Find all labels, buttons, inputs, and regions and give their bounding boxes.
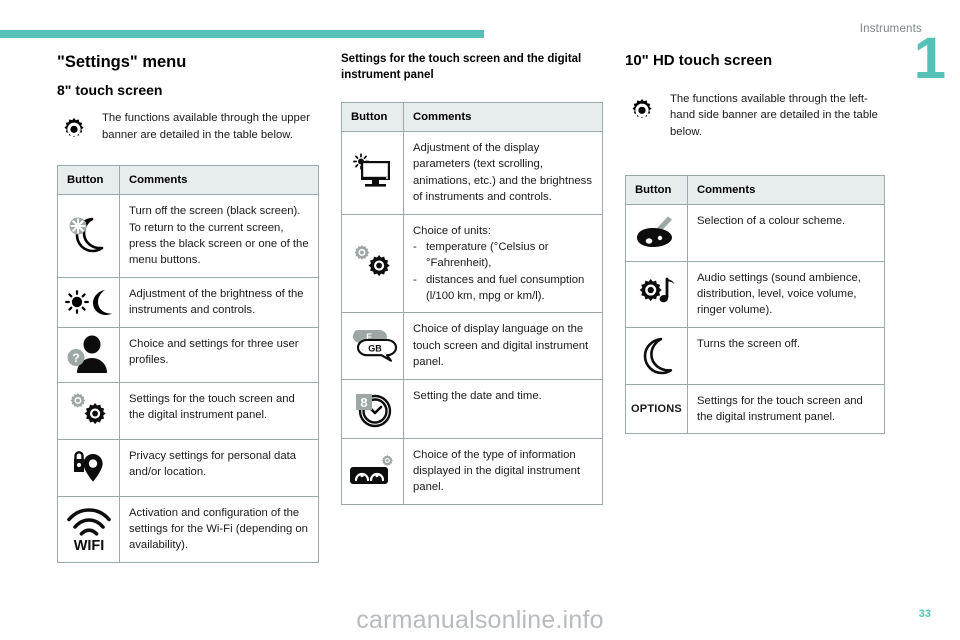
list-dash: -: [413, 273, 417, 286]
privacy-lock-location-icon: [57, 438, 120, 497]
comment-cell: Turns the screen off.: [687, 326, 885, 385]
language-speech-bubble-icon: F GB: [341, 312, 404, 380]
comment-cell: Settings for the touch screen and the di…: [687, 383, 885, 435]
list-item-label: temperature (°Celsius or °Fahrenheit),: [426, 240, 549, 270]
site-watermark: carmanualsonline.info: [356, 606, 604, 634]
column-left: "Settings" menu 8" touch screen The func…: [57, 52, 319, 563]
page-number: 33: [918, 608, 931, 620]
table-header-row: Button Comments: [625, 174, 885, 205]
comment-cell: Choice and settings for three user profi…: [119, 326, 319, 383]
comment-cell: Turn off the screen (black screen). To r…: [119, 194, 319, 278]
page-title: "Settings" menu: [57, 53, 187, 71]
settings-table-8inch: Button Comments Turn off the screen (bla…: [57, 165, 319, 563]
table-row: Choice of units: - temperature (°Celsius…: [341, 213, 603, 314]
wifi-icon-label: WIFI: [73, 538, 104, 552]
clock-icon-label: 8: [360, 395, 367, 410]
comment-cell: Activation and configuration of the sett…: [119, 495, 319, 563]
wifi-icon: WIFI: [57, 495, 120, 563]
table-row: Audio settings (sound ambience, distribu…: [625, 260, 885, 328]
table-row: Adjustment of the brightness of the inst…: [57, 276, 319, 328]
instrument-panel-gear-icon: [341, 437, 404, 505]
comment-cell: Adjustment of the brightness of the inst…: [119, 276, 319, 328]
sun-moon-brightness-icon: [57, 276, 120, 328]
double-gear-icon: [341, 213, 404, 314]
column-right: 10" HD touch screen The functions availa…: [625, 52, 885, 435]
table-row: Privacy settings for personal data and/o…: [57, 438, 319, 497]
table-row: Choice of the type of information displa…: [341, 437, 603, 505]
settings-table-10inch: Button Comments Selection of a colour sc…: [625, 174, 885, 435]
intro-block-right: The functions available through the left…: [625, 91, 885, 141]
colour-palette-icon: [625, 203, 688, 262]
intro-text-right: The functions available through the left…: [670, 92, 878, 138]
table-row: Settings for the touch screen and the di…: [57, 381, 319, 440]
svg-text:?: ?: [72, 351, 79, 365]
column-header-button: Button: [625, 174, 688, 205]
column-header-comments: Comments: [403, 102, 603, 133]
table-row: Turn off the screen (black screen). To r…: [57, 194, 319, 278]
table-header-row: Button Comments: [57, 165, 319, 196]
monitor-brightness-icon: [341, 131, 404, 215]
comment-cell: Audio settings (sound ambience, distribu…: [687, 260, 885, 328]
table-row: Selection of a colour scheme.: [625, 203, 885, 262]
settings-table-touchscreen-instrument-panel: Button Comments Adjustment of the displa…: [341, 102, 603, 505]
comment-cell: Adjustment of the display parameters (te…: [403, 131, 603, 215]
gear-icon: [625, 91, 659, 123]
gear-music-note-icon: [625, 260, 688, 328]
list-dash: -: [413, 240, 417, 253]
table-row: Adjustment of the display parameters (te…: [341, 131, 603, 215]
comment-cell: Choice of units: - temperature (°Celsius…: [403, 213, 603, 314]
list-item: - temperature (°Celsius or °Fahrenheit),: [413, 239, 593, 272]
double-gear-icon: [57, 381, 120, 440]
language-icon-label-gb: GB: [368, 343, 382, 353]
comment-cell: Choice of display language on the touch …: [403, 312, 603, 380]
column-header-button: Button: [341, 102, 404, 133]
intro-block-left: The functions available through the uppe…: [57, 110, 319, 143]
list-item: - distances and fuel consumption (l/100 …: [413, 272, 593, 305]
header-section-label: Instruments: [859, 23, 922, 35]
user-profile-question-icon: ?: [57, 326, 120, 383]
comment-cell: Selection of a colour scheme.: [687, 203, 885, 262]
options-text-icon: OPTIONS: [625, 383, 688, 435]
section-title-right: 10" HD touch screen: [625, 52, 773, 69]
gear-icon: [57, 110, 91, 142]
table-row: OPTIONS Settings for the touch screen an…: [625, 383, 885, 435]
moon-icon: [625, 326, 688, 385]
comment-cell: Privacy settings for personal data and/o…: [119, 438, 319, 497]
intro-text-left: The functions available through the uppe…: [102, 112, 310, 141]
table-row: F GB Choice of display language on the t…: [341, 312, 603, 380]
moon-star-screen-off-icon: [57, 194, 120, 278]
table-row: Turns the screen off.: [625, 326, 885, 385]
options-icon-label: OPTIONS: [631, 402, 682, 415]
comment-cell: Setting the date and time.: [403, 378, 603, 439]
table-row: 8 Setting the date and time.: [341, 378, 603, 439]
manual-page: Instruments 1 "Settings" menu 8" touch s…: [0, 0, 960, 640]
comment-cell: Settings for the touch screen and the di…: [119, 381, 319, 440]
column-header-comments: Comments: [687, 174, 885, 205]
chapter-number: 1: [913, 26, 946, 91]
table-row: WIFI Activation and configuration of the…: [57, 495, 319, 563]
comment-cell: Choice of the type of information displa…: [403, 437, 603, 505]
column-middle: Settings for the touch screen and the di…: [341, 52, 603, 505]
units-list: - temperature (°Celsius or °Fahrenheit),…: [413, 239, 593, 305]
date-time-clock-icon: 8: [341, 378, 404, 439]
units-lead-text: Choice of units:: [413, 224, 491, 237]
section-subtitle: 8" touch screen: [57, 81, 163, 98]
header-accent-bar: [0, 30, 484, 38]
section-title-middle: Settings for the touch screen and the di…: [341, 53, 582, 81]
table-row: ? Choice and settings for three user pro…: [57, 326, 319, 383]
table-header-row: Button Comments: [341, 102, 603, 133]
list-item-label: distances and fuel consumption (l/100 km…: [426, 273, 585, 303]
column-header-comments: Comments: [119, 165, 319, 196]
column-header-button: Button: [57, 165, 120, 196]
